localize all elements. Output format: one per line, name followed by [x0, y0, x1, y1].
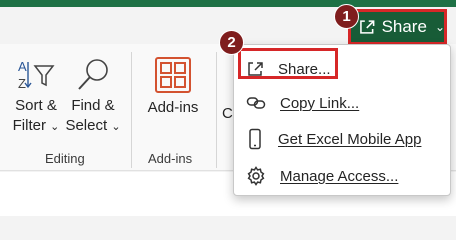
menu-item-share[interactable]: Share... — [234, 51, 450, 87]
find-select-line2: Select — [65, 117, 108, 134]
menu-item-label: Share... — [278, 60, 331, 78]
addins-group-label: Add-ins — [148, 151, 193, 166]
menu-item-label: Copy Link... — [280, 94, 360, 112]
addins-icon — [155, 57, 191, 93]
magnifier-icon — [78, 59, 108, 90]
editing-group-label: Editing — [45, 151, 85, 166]
menu-item-copy-link[interactable]: Copy Link... — [234, 85, 450, 121]
share-button[interactable]: Share ⌄ — [348, 9, 447, 45]
chevron-down-icon: ⌄ — [50, 121, 60, 133]
chevron-down-icon: ⌄ — [434, 20, 445, 34]
menu-item-label: Manage Access... — [280, 167, 399, 185]
gear-icon — [247, 166, 265, 186]
sort-filter-line1: Sort & — [15, 97, 57, 114]
sort-filter-line2-row: Filter ⌄ — [8, 116, 64, 137]
menu-item-mobile-app[interactable]: Get Excel Mobile App — [234, 121, 450, 157]
find-select-button[interactable]: Find & Select ⌄ — [64, 58, 122, 137]
phone-icon — [249, 128, 261, 150]
callout-badge-2: 2 — [219, 30, 244, 55]
sort-filter-button[interactable]: A Z Sort & Filter ⌄ — [8, 58, 64, 137]
share-icon — [248, 62, 263, 76]
sort-filter-line2: Filter — [12, 117, 46, 134]
chevron-down-icon: ⌄ — [111, 121, 121, 133]
share-icon — [360, 20, 375, 34]
addins-button[interactable]: Add-ins — [140, 56, 206, 118]
find-select-line1: Find & — [71, 97, 115, 114]
callout-badge-1: 1 — [334, 4, 359, 29]
sort-filter-icon: A Z — [18, 59, 55, 91]
share-button-label: Share — [381, 17, 427, 36]
separator — [131, 52, 132, 168]
menu-item-manage-access[interactable]: Manage Access... — [234, 158, 450, 194]
svg-text:A: A — [18, 59, 27, 74]
title-bar — [0, 0, 456, 7]
find-select-line2-row: Select ⌄ — [64, 116, 122, 137]
share-menu: Share... Copy Link... Get Excel Mobile A… — [233, 44, 451, 196]
addins-label: Add-ins — [147, 99, 199, 116]
separator — [216, 52, 217, 168]
menu-item-label: Get Excel Mobile App — [278, 130, 422, 148]
link-icon — [246, 97, 266, 109]
